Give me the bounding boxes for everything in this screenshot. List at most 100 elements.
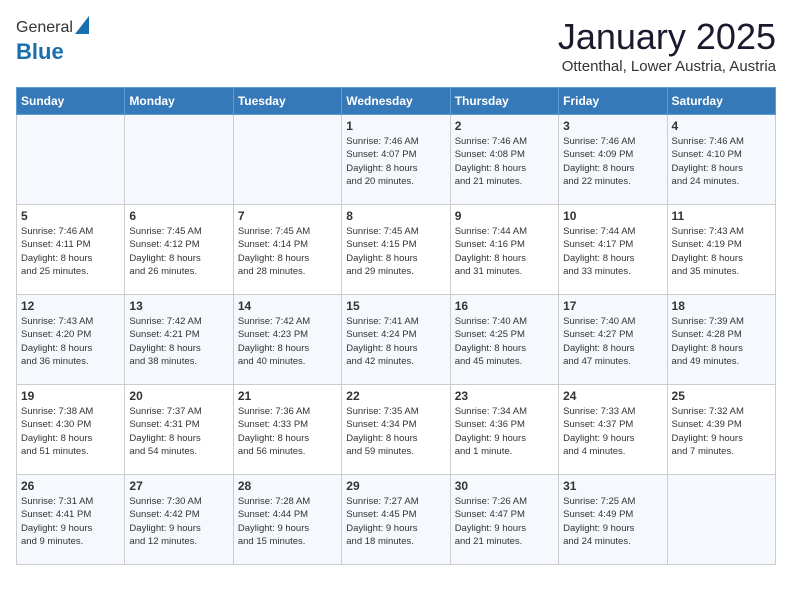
day-number: 23 <box>455 389 554 403</box>
day-content: Sunrise: 7:44 AM Sunset: 4:17 PM Dayligh… <box>563 225 662 278</box>
calendar-cell: 10 Sunrise: 7:44 AM Sunset: 4:17 PM Dayli… <box>559 205 667 295</box>
day-number: 16 <box>455 299 554 313</box>
day-content: Sunrise: 7:42 AM Sunset: 4:21 PM Dayligh… <box>129 315 228 368</box>
calendar-cell: 2 Sunrise: 7:46 AM Sunset: 4:08 PM Daylig… <box>450 115 558 205</box>
calendar-cell: 28Sunrise: 7:28 AM Sunset: 4:44 PM Dayli… <box>233 475 341 565</box>
calendar-cell: 31Sunrise: 7:25 AM Sunset: 4:49 PM Dayli… <box>559 475 667 565</box>
day-number: 2 <box>455 119 554 133</box>
day-content: Sunrise: 7:34 AM Sunset: 4:36 PM Dayligh… <box>455 405 554 458</box>
day-content: Sunrise: 7:44 AM Sunset: 4:16 PM Dayligh… <box>455 225 554 278</box>
day-content: Sunrise: 7:46 AM Sunset: 4:11 PM Dayligh… <box>21 225 120 278</box>
day-number: 3 <box>563 119 662 133</box>
weekday-header-row: SundayMondayTuesdayWednesdayThursdayFrid… <box>17 88 776 115</box>
calendar-cell: 15Sunrise: 7:41 AM Sunset: 4:24 PM Dayli… <box>342 295 450 385</box>
calendar-cell: 21 Sunrise: 7:36 AM Sunset: 4:33 PM Dayli… <box>233 385 341 475</box>
day-number: 6 <box>129 209 228 223</box>
logo: General Blue <box>16 16 89 65</box>
day-number: 19 <box>21 389 120 403</box>
title-month: January 2025 <box>558 16 776 58</box>
day-number: 22 <box>346 389 445 403</box>
day-number: 11 <box>672 209 771 223</box>
day-number: 24 <box>563 389 662 403</box>
calendar-cell: 16 Sunrise: 7:40 AM Sunset: 4:25 PM Dayli… <box>450 295 558 385</box>
calendar-cell <box>125 115 233 205</box>
day-number: 8 <box>346 209 445 223</box>
calendar-cell: 20 Sunrise: 7:37 AM Sunset: 4:31 PM Dayli… <box>125 385 233 475</box>
logo-general-text: General <box>16 19 73 37</box>
day-number: 15 <box>346 299 445 313</box>
calendar-cell <box>233 115 341 205</box>
calendar-cell: 17 Sunrise: 7:40 AM Sunset: 4:27 PM Dayli… <box>559 295 667 385</box>
calendar-cell: 14 Sunrise: 7:42 AM Sunset: 4:23 PM Dayli… <box>233 295 341 385</box>
weekday-header-saturday: Saturday <box>667 88 775 115</box>
calendar-cell: 5 Sunrise: 7:46 AM Sunset: 4:11 PM Daylig… <box>17 205 125 295</box>
day-content: Sunrise: 7:40 AM Sunset: 4:25 PM Dayligh… <box>455 315 554 368</box>
calendar-cell: 26 Sunrise: 7:31 AM Sunset: 4:41 PM Dayli… <box>17 475 125 565</box>
day-number: 21 <box>238 389 337 403</box>
day-number: 18 <box>672 299 771 313</box>
day-number: 10 <box>563 209 662 223</box>
day-number: 26 <box>21 479 120 493</box>
day-number: 9 <box>455 209 554 223</box>
calendar-table: SundayMondayTuesdayWednesdayThursdayFrid… <box>16 87 776 565</box>
day-content: Sunrise: 7:46 AM Sunset: 4:10 PM Dayligh… <box>672 135 771 188</box>
calendar-cell: 7 Sunrise: 7:45 AM Sunset: 4:14 PM Daylig… <box>233 205 341 295</box>
calendar-cell: 13 Sunrise: 7:42 AM Sunset: 4:21 PM Dayli… <box>125 295 233 385</box>
calendar-week-row: 1 Sunrise: 7:46 AM Sunset: 4:07 PM Daylig… <box>17 115 776 205</box>
day-content: Sunrise: 7:35 AM Sunset: 4:34 PM Dayligh… <box>346 405 445 458</box>
day-content: Sunrise: 7:36 AM Sunset: 4:33 PM Dayligh… <box>238 405 337 458</box>
day-number: 5 <box>21 209 120 223</box>
day-number: 14 <box>238 299 337 313</box>
day-content: Sunrise: 7:31 AM Sunset: 4:41 PM Dayligh… <box>21 495 120 548</box>
weekday-header-monday: Monday <box>125 88 233 115</box>
calendar-cell: 1 Sunrise: 7:46 AM Sunset: 4:07 PM Daylig… <box>342 115 450 205</box>
day-number: 7 <box>238 209 337 223</box>
day-content: Sunrise: 7:38 AM Sunset: 4:30 PM Dayligh… <box>21 405 120 458</box>
weekday-header-friday: Friday <box>559 88 667 115</box>
calendar-cell: 3Sunrise: 7:46 AM Sunset: 4:09 PM Daylig… <box>559 115 667 205</box>
day-number: 31 <box>563 479 662 493</box>
calendar-cell: 9 Sunrise: 7:44 AM Sunset: 4:16 PM Daylig… <box>450 205 558 295</box>
day-content: Sunrise: 7:46 AM Sunset: 4:08 PM Dayligh… <box>455 135 554 188</box>
day-number: 28 <box>238 479 337 493</box>
day-number: 1 <box>346 119 445 133</box>
day-number: 29 <box>346 479 445 493</box>
calendar-week-row: 26 Sunrise: 7:31 AM Sunset: 4:41 PM Dayli… <box>17 475 776 565</box>
day-content: Sunrise: 7:45 AM Sunset: 4:12 PM Dayligh… <box>129 225 228 278</box>
day-number: 25 <box>672 389 771 403</box>
day-content: Sunrise: 7:43 AM Sunset: 4:19 PM Dayligh… <box>672 225 771 278</box>
day-number: 4 <box>672 119 771 133</box>
calendar-cell: 11 Sunrise: 7:43 AM Sunset: 4:19 PM Dayli… <box>667 205 775 295</box>
day-number: 17 <box>563 299 662 313</box>
title-block: January 2025 Ottenthal, Lower Austria, A… <box>558 16 776 75</box>
day-number: 30 <box>455 479 554 493</box>
calendar-cell: 6 Sunrise: 7:45 AM Sunset: 4:12 PM Daylig… <box>125 205 233 295</box>
day-number: 13 <box>129 299 228 313</box>
calendar-cell: 24 Sunrise: 7:33 AM Sunset: 4:37 PM Dayli… <box>559 385 667 475</box>
calendar-cell: 4 Sunrise: 7:46 AM Sunset: 4:10 PM Daylig… <box>667 115 775 205</box>
day-number: 12 <box>21 299 120 313</box>
calendar-cell: 23 Sunrise: 7:34 AM Sunset: 4:36 PM Dayli… <box>450 385 558 475</box>
calendar-cell <box>17 115 125 205</box>
day-content: Sunrise: 7:37 AM Sunset: 4:31 PM Dayligh… <box>129 405 228 458</box>
weekday-header-sunday: Sunday <box>17 88 125 115</box>
calendar-week-row: 12 Sunrise: 7:43 AM Sunset: 4:20 PM Dayli… <box>17 295 776 385</box>
calendar-cell: 8Sunrise: 7:45 AM Sunset: 4:15 PM Daylig… <box>342 205 450 295</box>
day-number: 20 <box>129 389 228 403</box>
weekday-header-thursday: Thursday <box>450 88 558 115</box>
day-content: Sunrise: 7:27 AM Sunset: 4:45 PM Dayligh… <box>346 495 445 548</box>
day-content: Sunrise: 7:46 AM Sunset: 4:07 PM Dayligh… <box>346 135 445 188</box>
weekday-header-tuesday: Tuesday <box>233 88 341 115</box>
day-content: Sunrise: 7:40 AM Sunset: 4:27 PM Dayligh… <box>563 315 662 368</box>
day-content: Sunrise: 7:33 AM Sunset: 4:37 PM Dayligh… <box>563 405 662 458</box>
calendar-cell: 19 Sunrise: 7:38 AM Sunset: 4:30 PM Dayli… <box>17 385 125 475</box>
day-content: Sunrise: 7:43 AM Sunset: 4:20 PM Dayligh… <box>21 315 120 368</box>
logo-blue-text: Blue <box>16 39 64 64</box>
page-header: General Blue January 2025 Ottenthal, Low… <box>16 16 776 75</box>
day-content: Sunrise: 7:45 AM Sunset: 4:14 PM Dayligh… <box>238 225 337 278</box>
day-content: Sunrise: 7:39 AM Sunset: 4:28 PM Dayligh… <box>672 315 771 368</box>
day-content: Sunrise: 7:42 AM Sunset: 4:23 PM Dayligh… <box>238 315 337 368</box>
day-number: 27 <box>129 479 228 493</box>
calendar-week-row: 19 Sunrise: 7:38 AM Sunset: 4:30 PM Dayli… <box>17 385 776 475</box>
day-content: Sunrise: 7:32 AM Sunset: 4:39 PM Dayligh… <box>672 405 771 458</box>
